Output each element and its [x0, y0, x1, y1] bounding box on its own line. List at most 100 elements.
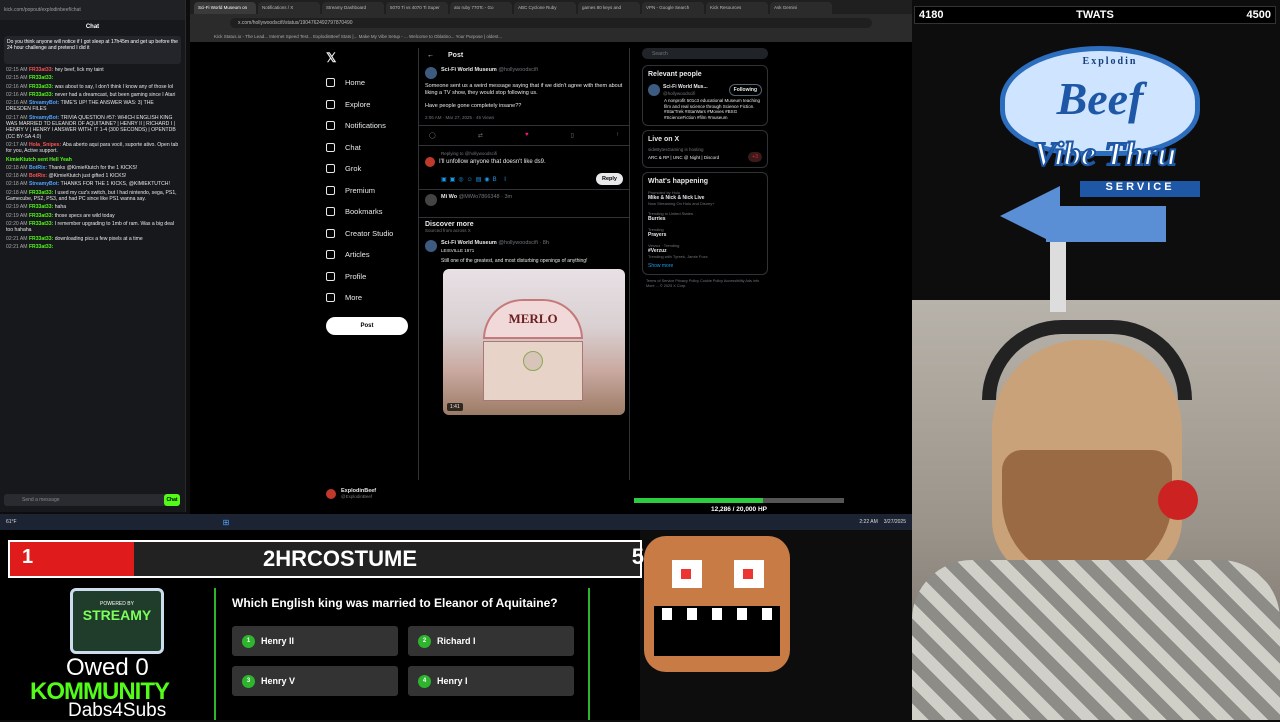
browser-tab-strip: Sci-Fi World Museum on Notifications / XS…	[190, 0, 912, 14]
x-nav-label: Notifications	[345, 121, 386, 131]
chat-username[interactable]: BotRix:	[29, 173, 49, 179]
show-more-link[interactable]: Show more	[648, 263, 762, 269]
tweet-meta: 2:06 AM · Mar 27, 2025 · 45 Views	[425, 115, 495, 120]
following-button[interactable]: Following	[728, 84, 762, 96]
reply-button[interactable]: Reply	[596, 173, 623, 185]
x-post-button[interactable]: Post	[326, 316, 408, 335]
tweet-handle[interactable]: @hollywoodscifi	[498, 67, 538, 73]
goal-bar: 4180 TWATS 4500	[914, 6, 1276, 24]
x-search-input[interactable]: Search	[642, 48, 768, 59]
chat-username[interactable]: FR33at33:	[29, 213, 55, 219]
browser-tab[interactable]: Sci-Fi World Museum on	[194, 2, 256, 14]
chat-username[interactable]: FR33at33:	[29, 244, 53, 250]
chat-username[interactable]: StreamyBot:	[29, 115, 61, 121]
browser-tab[interactable]: Streamy Dashboard	[322, 2, 384, 14]
trend-item[interactable]: Promoted by Hulu Mike & Nick & Nick Live N…	[648, 190, 762, 206]
browser-tab[interactable]: ABC Cyclone Ruby	[514, 2, 576, 14]
like-icon[interactable]: ♥	[525, 132, 529, 139]
browser-tab[interactable]: VPN - Google Search	[642, 2, 704, 14]
x-nav-label: Bookmarks	[345, 207, 383, 217]
back-arrow-icon[interactable]: ←	[427, 52, 434, 59]
address-bar[interactable]: x.com/hollywoodscifi/status/190476249279…	[190, 14, 912, 32]
chat-timestamp: 02:21 AM	[6, 243, 29, 250]
retweet-icon[interactable]: ⇄	[478, 132, 483, 139]
grok-icon	[326, 164, 335, 174]
browser-tab[interactable]: games 80 keys and	[578, 2, 640, 14]
chat-username[interactable]: KimieKtutch sent Hell Yeah	[6, 157, 72, 163]
chat-username[interactable]: StreamyBot:	[29, 100, 61, 106]
chat-username[interactable]: FR33at33:	[29, 190, 55, 196]
chat-username[interactable]: FR33at33:	[29, 236, 55, 242]
trivia-question: Which English king was married to Eleano…	[232, 596, 558, 610]
composer-tools-icon[interactable]: ▣▣◎☺▤◉B I	[441, 176, 509, 183]
video-duration: 1:41	[447, 403, 463, 411]
browser-tab[interactable]: Notifications / X	[258, 2, 320, 14]
x-nav-label: Home	[345, 78, 366, 88]
clock-date: 3/27/2025	[883, 519, 906, 525]
start-icon[interactable]: ⊞	[223, 518, 230, 527]
happening-title: What's happening	[648, 178, 708, 186]
logo-line1: Explodin	[1082, 56, 1138, 67]
trivia-answer: 1 Henry II	[232, 626, 398, 656]
chat-send-input[interactable]: Send a message	[4, 494, 180, 506]
answer-number: 1	[242, 634, 255, 648]
browser-tab[interactable]: Kick Resources	[706, 2, 768, 14]
chat-username[interactable]: FR33at33:	[29, 84, 55, 90]
answer-number: 4	[418, 674, 431, 688]
windows-taskbar: 61°F ⊞ 2:22 AM 3/27/2025	[0, 514, 912, 530]
chat-username[interactable]: FR33at33:	[29, 92, 55, 98]
chat-username[interactable]: BotRix:	[29, 165, 49, 171]
chat-username[interactable]: FR33at33:	[29, 75, 53, 81]
discover-text: Still one of the greatest, and most dist…	[441, 258, 588, 264]
notifications-icon	[326, 121, 335, 131]
chat-username[interactable]: FR33at33:	[29, 204, 55, 210]
chat-timestamp: 02:18 AM	[6, 181, 29, 188]
chat-username[interactable]: StreamyBot:	[29, 181, 61, 187]
question-left-border	[214, 588, 216, 720]
answer-number: 2	[418, 634, 431, 648]
chat-message-list: 02:15 AM FR33at33: hey beef, lick my tai…	[0, 66, 185, 251]
browser-tab[interactable]: ato ruby 770Tc - Go	[450, 2, 512, 14]
tweet-author[interactable]: Sci-Fi World Museum	[441, 67, 497, 73]
live-count[interactable]: +3	[748, 152, 762, 163]
tweet-actions: ◯ ⇄ ♥ ▯ ↑	[419, 125, 629, 146]
reply-handle[interactable]: @MiWo7866348 · 3m	[459, 194, 512, 200]
home-icon	[326, 78, 335, 88]
trend-item[interactable]: Trending Prayers	[648, 227, 762, 238]
relevant-title: Relevant people	[648, 71, 702, 78]
chat-username[interactable]: FR33at33:	[29, 221, 55, 227]
live-text[interactable]: ARC & RP | UNC @ Night | Discord	[648, 155, 728, 161]
discover-avatar[interactable]	[425, 240, 437, 252]
chat-username[interactable]: FR33at33:	[29, 67, 55, 73]
answer-label: Richard I	[437, 636, 476, 646]
video-player[interactable]: MERLO 1:41	[443, 269, 625, 415]
relevant-name[interactable]: Sci-Fi World Mus...	[663, 84, 708, 90]
premium-icon	[326, 185, 335, 195]
browser-tab[interactable]: 5070 Ti vs 4070 Ti Super	[386, 2, 448, 14]
trivia-answer: 4 Henry I	[408, 666, 574, 696]
reply-tweet: Mi Wo @MiWo7866348 · 3m	[419, 189, 629, 210]
tweet-avatar[interactable]	[425, 67, 437, 79]
trivia-right-digit: 5	[631, 544, 644, 569]
account-switcher[interactable]: ExplodinBeef @ExplodinBeef	[326, 488, 376, 499]
relevant-avatar[interactable]	[648, 84, 660, 96]
reply-avatar[interactable]	[425, 194, 437, 206]
bookmark-icon[interactable]: ▯	[571, 132, 574, 139]
trend-item[interactable]: Verzuz · Trending #Verzuz Trending with Ty…	[648, 243, 762, 259]
chat-title: Chat	[85, 24, 100, 30]
reply-icon[interactable]: ◯	[429, 132, 436, 139]
chat-send-button[interactable]: Chat	[164, 494, 180, 506]
browser-tab[interactable]: Ask Gemini	[770, 2, 832, 14]
reply-input[interactable]: I'll unfollow anyone that doesn't like d…	[439, 159, 546, 166]
reply-author[interactable]: Mi Wo	[441, 194, 457, 200]
discover-tweet: Sci-Fi World Museum @hollywoodscifi · 8h…	[419, 236, 629, 258]
chat-username[interactable]: Hola_Snipes:	[29, 142, 63, 148]
trend-item[interactable]: Trending in United States Burries	[648, 211, 762, 222]
url-field[interactable]: x.com/hollywoodscifi/status/190476249279…	[230, 18, 872, 28]
discover-subtitle: Sourced from across X	[425, 228, 471, 233]
discover-author[interactable]: Sci-Fi World Museum	[441, 240, 497, 246]
discover-section: Discover more Sourced from across X	[419, 218, 629, 236]
chat-timestamp: 02:18 AM	[6, 173, 29, 180]
share-icon[interactable]: ↑	[616, 132, 619, 139]
discover-handle[interactable]: @hollywoodscifi · 8h	[498, 240, 549, 246]
